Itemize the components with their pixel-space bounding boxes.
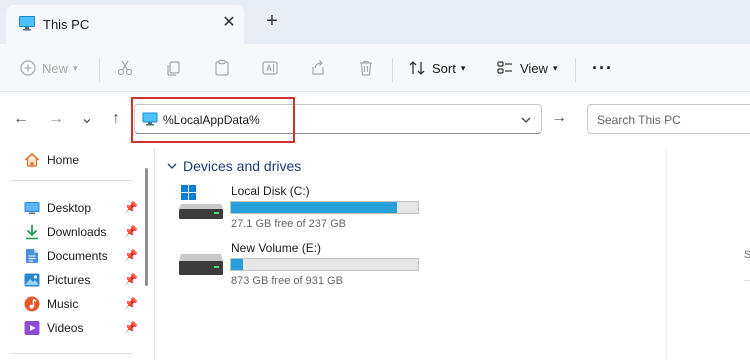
details-pane-text: S — [744, 249, 750, 261]
sidebar-item-documents[interactable]: Documents — [24, 245, 140, 267]
sort-button[interactable]: Sort ▾ — [408, 52, 465, 84]
cut-button[interactable] — [116, 52, 134, 84]
sidebar-item-downloads[interactable]: Downloads — [24, 221, 140, 243]
group-header-devices[interactable]: Devices and drives — [166, 158, 301, 174]
sidebar-item-label: Desktop — [47, 201, 92, 215]
pin-icon[interactable]: 📌 — [124, 297, 138, 310]
sidebar-item-label: Pictures — [47, 273, 91, 287]
go-arrow-icon[interactable]: → — [549, 108, 569, 128]
toolbar-divider — [575, 58, 576, 82]
drive-icon — [178, 241, 224, 280]
windows-drive-icon — [178, 184, 224, 223]
drive-tile-c[interactable]: Local Disk (C:) 27.1 GB free of 237 GB — [178, 184, 428, 230]
sidebar-item-label: Home — [47, 153, 80, 167]
sidebar-item-videos[interactable]: Videos — [24, 317, 140, 339]
forward-arrow-icon[interactable]: → — [45, 108, 67, 130]
details-pane-divider — [744, 280, 750, 281]
divider — [10, 180, 132, 181]
new-button[interactable]: New ▾ — [20, 52, 78, 84]
sidebar-item-desktop[interactable]: Desktop — [24, 197, 140, 219]
tab-this-pc[interactable]: This PC ✕ — [6, 5, 244, 44]
drive-free-space: 873 GB free of 931 GB — [231, 275, 343, 287]
drive-free-space: 27.1 GB free of 237 GB — [231, 218, 346, 230]
documents-icon — [24, 248, 40, 264]
chevron-down-icon: ▾ — [460, 62, 466, 73]
pin-icon[interactable]: 📌 — [124, 225, 138, 238]
view-icon — [497, 61, 512, 74]
sidebar-item-label: Documents — [47, 249, 108, 263]
sidebar-item-label: Music — [47, 297, 79, 311]
clipboard-icon — [215, 59, 229, 76]
sidebar-item-home[interactable]: Home — [24, 149, 140, 171]
navigation-bar: ← → ⌄ ↑ %LocalAppData% → Search This PC — [0, 92, 750, 148]
download-icon — [24, 224, 40, 240]
divider — [10, 353, 132, 354]
toolbar-divider — [99, 58, 100, 82]
new-button-label: New — [42, 60, 69, 76]
delete-button[interactable] — [357, 52, 375, 84]
sort-icon — [409, 61, 425, 75]
videos-icon — [24, 320, 40, 336]
chevron-down-icon[interactable] — [519, 113, 533, 127]
chevron-down-icon: ▾ — [73, 62, 78, 73]
plus-circle-icon — [20, 60, 36, 76]
close-tab-icon[interactable]: ✕ — [220, 14, 238, 32]
paste-button[interactable] — [213, 52, 231, 84]
pin-icon[interactable]: 📌 — [124, 201, 138, 214]
address-highlight-annotation — [131, 97, 295, 143]
sidebar-scrollbar[interactable] — [145, 168, 148, 286]
drive-name: Local Disk (C:) — [231, 184, 310, 198]
sidebar-item-label: Videos — [47, 321, 84, 335]
more-options-button[interactable]: ··· — [592, 52, 613, 84]
pin-icon[interactable]: 📌 — [124, 249, 138, 262]
pictures-icon — [24, 272, 40, 288]
recent-locations-chevron-icon[interactable]: ⌄ — [76, 108, 98, 130]
drive-tile-e[interactable]: New Volume (E:) 873 GB free of 931 GB — [178, 241, 428, 287]
desktop-icon — [24, 200, 40, 216]
toolbar-divider — [392, 58, 393, 82]
search-input[interactable]: Search This PC — [597, 113, 681, 127]
share-button[interactable] — [309, 52, 327, 84]
new-tab-button[interactable]: + — [262, 11, 282, 32]
sidebar-item-label: Downloads — [47, 225, 107, 239]
sidebar-item-pictures[interactable]: Pictures — [24, 269, 140, 291]
tab-title: This PC — [43, 17, 90, 32]
copy-icon — [167, 61, 180, 76]
pane-divider — [154, 148, 155, 360]
chevron-down-icon — [167, 163, 177, 169]
copy-button[interactable] — [165, 52, 183, 84]
drive-usage-fill — [231, 202, 397, 213]
scissors-icon — [117, 60, 133, 76]
rename-button[interactable] — [261, 52, 279, 84]
sidebar-item-music[interactable]: Music — [24, 293, 140, 315]
group-title: Devices and drives — [183, 158, 302, 174]
this-pc-icon — [18, 15, 36, 34]
trash-icon — [360, 60, 372, 76]
chevron-down-icon: ▾ — [552, 62, 558, 73]
view-button-label: View — [520, 60, 548, 76]
drive-usage-fill — [231, 259, 243, 270]
command-bar: New ▾ Sort ▾ View ▾ ··· — [0, 44, 750, 92]
drive-name: New Volume (E:) — [231, 241, 322, 255]
share-icon — [312, 60, 324, 75]
drive-usage-bar — [230, 258, 419, 271]
details-pane-divider — [666, 148, 667, 360]
pin-icon[interactable]: 📌 — [124, 321, 138, 334]
home-icon — [24, 152, 40, 168]
pin-icon[interactable]: 📌 — [124, 273, 138, 286]
drive-usage-bar — [230, 201, 419, 214]
navigation-pane: Home Desktop 📌 Downloads 📌 Documents 📌 P… — [0, 148, 146, 360]
rename-icon — [262, 61, 278, 75]
title-bar: This PC ✕ + — [0, 0, 750, 44]
sort-button-label: Sort — [432, 60, 456, 76]
music-icon — [24, 296, 40, 312]
view-button[interactable]: View ▾ — [496, 52, 557, 84]
back-arrow-icon[interactable]: ← — [10, 108, 32, 130]
search-box[interactable]: Search This PC — [587, 104, 750, 134]
up-arrow-icon[interactable]: ↑ — [105, 108, 127, 130]
